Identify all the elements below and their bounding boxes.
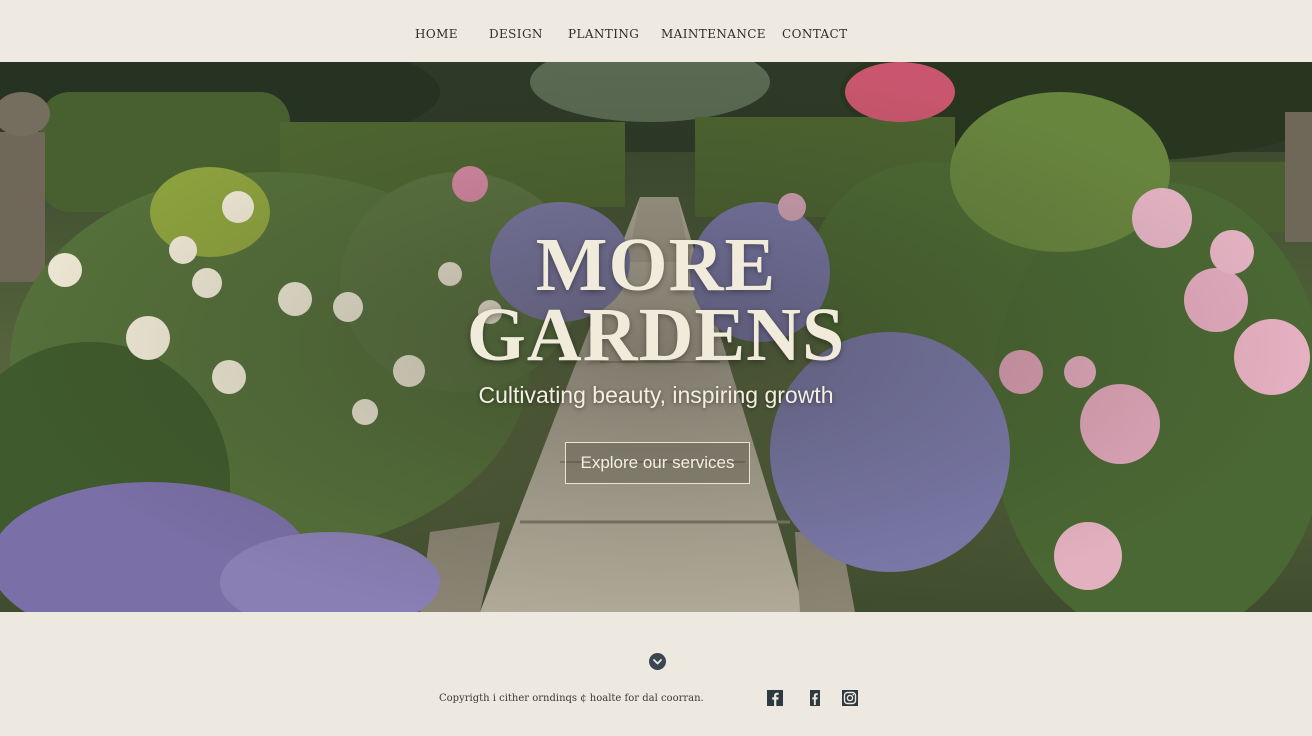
nav-link-maintenance[interactable]: MAINTENANCE	[661, 27, 766, 41]
copyright-text: Copyrigth i cither orndinqs ¢ hoalte for…	[439, 693, 704, 704]
facebook-icon[interactable]	[767, 690, 783, 706]
hero-tagline: Cultivating beauty, inspiring growth	[478, 382, 834, 408]
nav-link-home[interactable]: HOME	[415, 27, 458, 41]
main-menu: HOME DESIGN PLANTING MAINTENANCE CONTACT	[0, 0, 1312, 62]
hero-banner: MORE GARDENS Cultivating beauty, inspiri…	[0, 62, 1312, 612]
footer: Copyrigth i cither orndinqs ¢ hoalte for…	[0, 612, 1312, 736]
nav-link-design[interactable]: DESIGN	[489, 27, 543, 41]
top-navigation: HOME DESIGN PLANTING MAINTENANCE CONTACT	[0, 0, 1312, 62]
instagram-icon[interactable]	[842, 690, 858, 706]
nav-link-planting[interactable]: PLANTING	[568, 27, 639, 41]
chevron-down-icon[interactable]	[649, 653, 666, 670]
nav-link-contact[interactable]: CONTACT	[782, 27, 848, 41]
hero-title-line1: MORE	[535, 223, 777, 307]
hero-title: MORE GARDENS	[356, 223, 956, 377]
facebook-icon[interactable]	[807, 690, 823, 706]
explore-services-button[interactable]: Explore our services	[565, 442, 750, 484]
hero-title-line2: GARDENS	[466, 293, 846, 377]
